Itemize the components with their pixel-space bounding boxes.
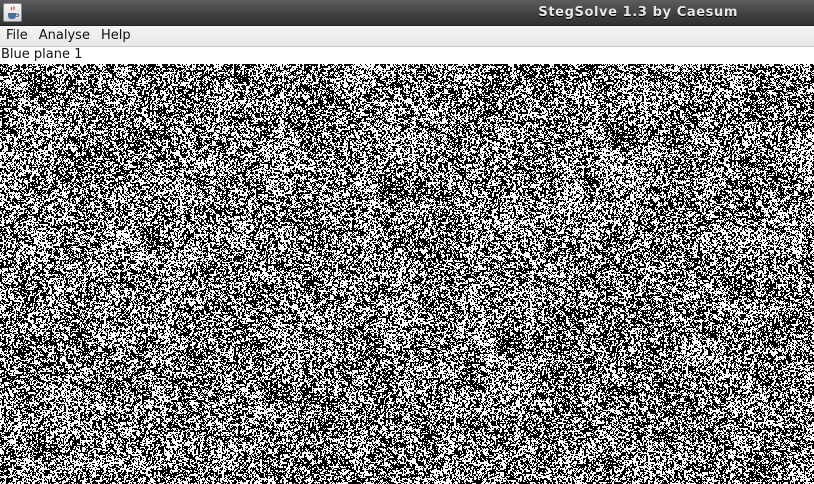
menu-file[interactable]: File bbox=[2, 26, 32, 46]
menu-bar: File Analyse Help bbox=[0, 26, 814, 47]
menu-help[interactable]: Help bbox=[97, 26, 135, 46]
bit-plane-image bbox=[0, 64, 814, 484]
stegsolve-window: StegSolve 1.3 by Caesum File Analyse Hel… bbox=[0, 0, 814, 484]
plane-label: Blue plane 1 bbox=[0, 47, 814, 64]
image-viewport bbox=[0, 64, 814, 484]
title-bar[interactable]: StegSolve 1.3 by Caesum bbox=[0, 0, 814, 26]
window-title: StegSolve 1.3 by Caesum bbox=[538, 5, 738, 20]
java-cup-icon[interactable] bbox=[3, 3, 22, 22]
menu-analyse[interactable]: Analyse bbox=[35, 26, 94, 46]
